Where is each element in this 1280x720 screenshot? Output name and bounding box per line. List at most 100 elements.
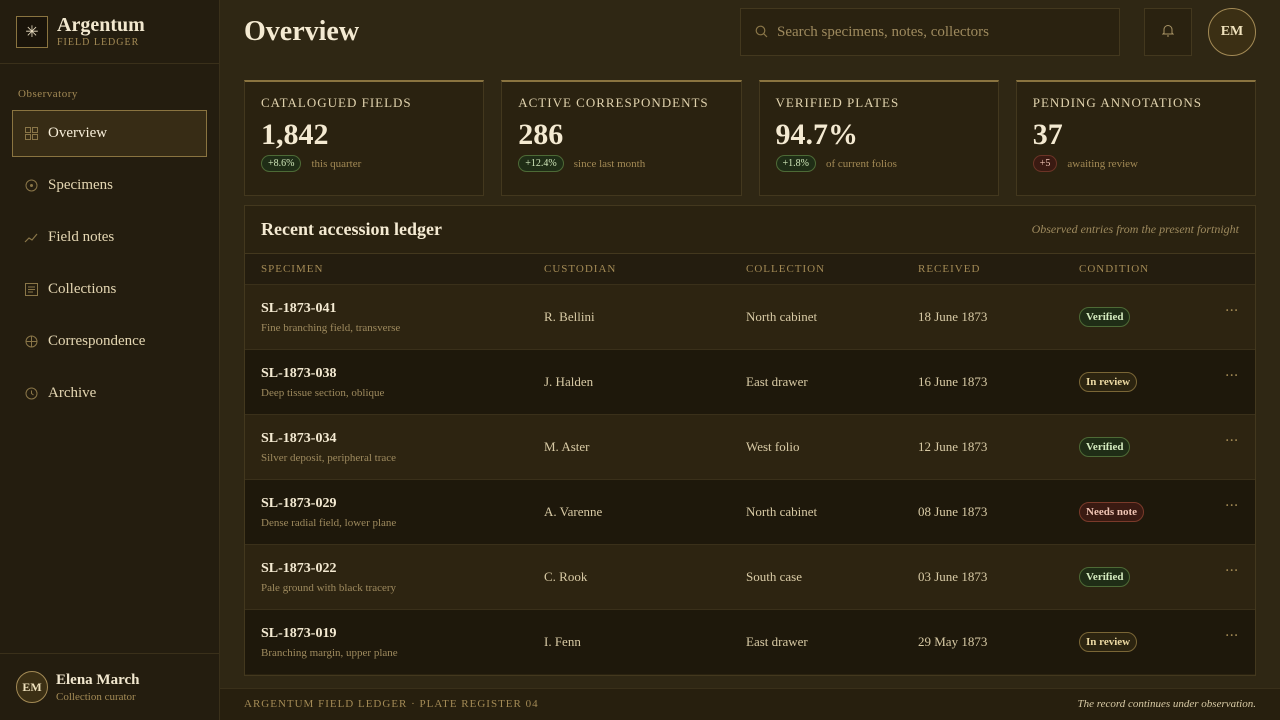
table-row[interactable]: SL-1873-041 Fine branching field, transv…	[245, 284, 1255, 349]
specimen-description: Deep tissue section, oblique	[261, 387, 385, 399]
sidebar-item-label: Collections	[48, 281, 117, 297]
received-cell: 18 June 1873	[918, 309, 988, 324]
avatar: EM	[16, 671, 48, 703]
starburst-icon: ✳	[16, 15, 48, 48]
stats-row: Catalogued fields 1,842 +8.6% this quart…	[244, 80, 1256, 196]
stat-delta-badge: +8.6%	[261, 155, 302, 172]
globe-icon	[23, 334, 39, 350]
sidebar-item-field-notes[interactable]: Field notes	[12, 214, 207, 261]
specimen-id: SL-1873-019	[261, 626, 337, 641]
sidebar-item-label: Specimens	[48, 177, 113, 193]
custodian-cell: M. Aster	[544, 439, 590, 454]
user-profile[interactable]: EM Elena March Collection curator	[0, 653, 219, 720]
stat-label: Verified plates	[775, 95, 900, 110]
stat-card-active-correspondents: Active correspondents 286 +12.4% since l…	[501, 80, 742, 196]
nav-section-label: Observatory	[18, 88, 78, 100]
received-cell: 12 June 1873	[918, 439, 988, 454]
stat-label: Pending annotations	[1032, 95, 1203, 110]
footer-label: ARGENTUM FIELD LEDGER · PLATE REGISTER 0…	[244, 698, 539, 710]
user-avatar-button[interactable]: EM	[1208, 8, 1256, 56]
sidebar-item-correspondence[interactable]: Correspondence	[12, 318, 207, 365]
stat-value: 286	[518, 118, 564, 151]
specimen-description: Silver deposit, peripheral trace	[261, 452, 397, 464]
footer: ARGENTUM FIELD LEDGER · PLATE REGISTER 0…	[220, 688, 1280, 720]
status-badge: In review	[1079, 632, 1138, 652]
brand-subtitle: FIELD LEDGER	[57, 37, 140, 48]
specimen-id: SL-1873-029	[261, 496, 337, 511]
table-row[interactable]: SL-1873-019 Branching margin, upper plan…	[245, 609, 1255, 674]
sidebar-item-overview[interactable]: Overview	[12, 110, 207, 157]
stat-note: of current folios	[825, 157, 897, 170]
received-cell: 03 June 1873	[918, 569, 988, 584]
status-badge: Needs note	[1079, 502, 1145, 522]
brand[interactable]: ✳ Argentum FIELD LEDGER	[0, 0, 219, 64]
more-options-icon[interactable]: ···	[1225, 498, 1238, 514]
received-cell: 29 May 1873	[918, 634, 988, 649]
stat-value: 94.7%	[775, 118, 859, 151]
more-options-icon[interactable]: ···	[1225, 303, 1238, 319]
specimen-description: Pale ground with black tracery	[261, 582, 397, 594]
stat-card-verified-plates: Verified plates 94.7% +1.8% of current f…	[758, 80, 999, 196]
custodian-cell: R. Bellini	[544, 309, 595, 324]
column-header-specimen[interactable]: Specimen	[261, 263, 323, 275]
status-badge: Verified	[1079, 307, 1131, 327]
specimen-id: SL-1873-038	[261, 366, 337, 381]
stat-delta-badge: +1.8%	[775, 155, 816, 172]
stat-card-catalogued-fields: Catalogued fields 1,842 +8.6% this quart…	[244, 80, 485, 196]
stat-delta-badge: +5	[1032, 155, 1058, 172]
brand-name: Argentum	[57, 14, 145, 36]
sidebar-item-specimens[interactable]: Specimens	[12, 162, 207, 209]
column-header-received[interactable]: Received	[918, 263, 980, 275]
list-icon	[23, 282, 39, 298]
specimen-id: SL-1873-034	[261, 431, 337, 446]
circle-dot-icon	[23, 178, 39, 194]
sidebar-item-label: Overview	[48, 125, 108, 141]
table-row[interactable]: SL-1873-038 Deep tissue section, oblique…	[245, 349, 1255, 414]
stat-value: 37	[1032, 118, 1063, 151]
stat-label: Active correspondents	[518, 95, 709, 110]
stat-note: this quarter	[311, 157, 362, 170]
sidebar: ✳ Argentum FIELD LEDGER Observatory Over…	[0, 0, 220, 720]
collection-cell: West folio	[746, 439, 800, 454]
clock-icon	[23, 386, 39, 402]
stat-note: since last month	[573, 157, 646, 170]
ledger-header: Recent accession ledger Observed entries…	[245, 206, 1255, 254]
trend-line-icon	[23, 230, 39, 246]
more-options-icon[interactable]: ···	[1225, 563, 1238, 579]
table-row[interactable]: SL-1873-029 Dense radial field, lower pl…	[245, 479, 1255, 544]
column-header-condition[interactable]: Condition	[1079, 263, 1149, 275]
received-cell: 16 June 1873	[918, 374, 988, 389]
column-header-collection[interactable]: Collection	[746, 263, 825, 275]
status-badge: Verified	[1079, 567, 1131, 587]
specimen-description: Dense radial field, lower plane	[261, 517, 397, 529]
search-bar[interactable]	[740, 8, 1120, 56]
notifications-button[interactable]	[1144, 8, 1192, 56]
search-input[interactable]	[777, 23, 1107, 41]
more-options-icon[interactable]: ···	[1225, 368, 1238, 384]
custodian-cell: C. Rook	[544, 569, 588, 584]
collection-cell: East drawer	[746, 634, 808, 649]
collection-cell: North cabinet	[746, 309, 818, 324]
more-options-icon[interactable]: ···	[1225, 628, 1238, 644]
page-title: Overview	[244, 16, 360, 47]
collection-cell: East drawer	[746, 374, 808, 389]
sidebar-item-label: Field notes	[48, 229, 115, 245]
table-header: Specimen Custodian Collection Received C…	[245, 254, 1255, 284]
table-row[interactable]: SL-1873-034 Silver deposit, peripheral t…	[245, 414, 1255, 479]
received-cell: 08 June 1873	[918, 504, 988, 519]
table-row[interactable]: SL-1873-022 Pale ground with black trace…	[245, 544, 1255, 609]
ledger-title: Recent accession ledger	[261, 219, 442, 239]
sidebar-item-label: Archive	[48, 385, 97, 401]
status-badge: In review	[1079, 372, 1138, 392]
sidebar-item-archive[interactable]: Archive	[12, 370, 207, 417]
collection-cell: North cabinet	[746, 504, 818, 519]
user-role: Collection curator	[56, 690, 136, 703]
grid-icon	[23, 126, 39, 142]
sidebar-item-label: Correspondence	[48, 333, 146, 349]
specimen-id: SL-1873-041	[261, 301, 337, 316]
sidebar-nav: Overview Specimens Field notes Collectio…	[0, 110, 219, 417]
user-name: Elena March	[56, 671, 140, 688]
more-options-icon[interactable]: ···	[1225, 433, 1238, 449]
column-header-custodian[interactable]: Custodian	[544, 263, 616, 275]
sidebar-item-collections[interactable]: Collections	[12, 266, 207, 313]
